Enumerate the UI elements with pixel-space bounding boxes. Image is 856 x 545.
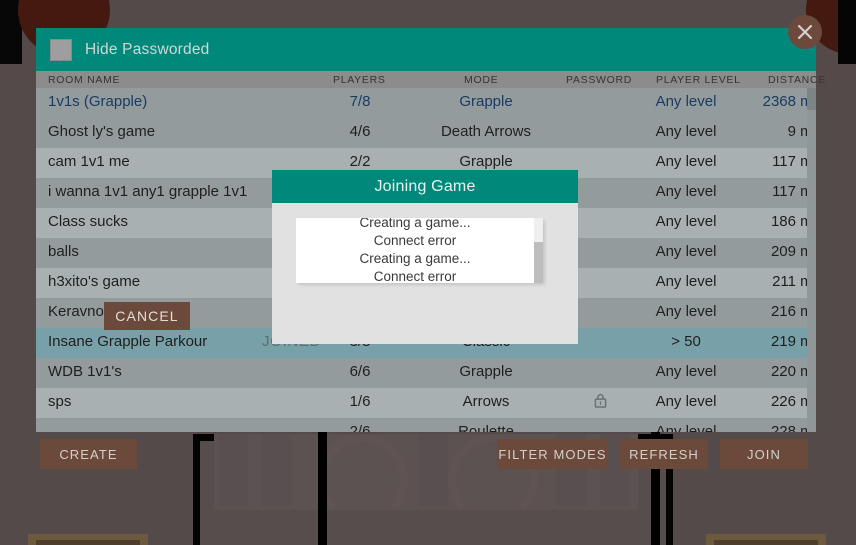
column-header-distance[interactable]: DISTANCE [768, 74, 826, 86]
row-player-level: Any level [655, 93, 717, 110]
row-room-name: WDB 1v1's [48, 363, 122, 380]
row-player-level: Any level [655, 423, 717, 432]
row-mode: Grapple [459, 153, 513, 170]
log-line: Connect error [373, 269, 457, 283]
row-distance: 211 mi [772, 273, 816, 290]
row-player-level: Any level [655, 393, 717, 410]
row-players: 6/6 [349, 363, 371, 380]
row-room-name: Class sucks [48, 213, 129, 230]
log-line: Connect error [373, 233, 457, 248]
row-mode: Arrows [462, 393, 510, 410]
row-room-name: cam 1v1 me [48, 153, 130, 170]
table-scrollbar-track[interactable] [807, 88, 816, 432]
row-mode: Grapple [459, 363, 513, 380]
refresh-button[interactable]: REFRESH [620, 439, 708, 469]
row-player-level: Any level [655, 303, 717, 320]
row-distance: 2368 mi [762, 93, 816, 110]
lock-icon [565, 393, 635, 412]
table-row[interactable]: WDB 1v1's 6/6 Grapple Any level 220 mi [36, 358, 816, 388]
background-column [218, 434, 248, 506]
row-distance: 186 mi [770, 213, 816, 230]
background-column [418, 434, 448, 506]
row-room-name: 1v1s (Grapple) [48, 93, 148, 110]
row-mode: Roulette [458, 423, 514, 432]
row-players: 7/8 [349, 93, 371, 110]
row-distance: 220 mi [770, 363, 816, 380]
row-mode: Grapple [459, 93, 513, 110]
filter-modes-button[interactable]: FILTER MODES [497, 439, 608, 469]
row-distance: 226 mi [770, 393, 816, 410]
row-player-level: Any level [655, 123, 717, 140]
row-room-name: h3xito's game [48, 273, 141, 290]
row-players: 2/2 [349, 153, 371, 170]
background-arc [318, 434, 408, 524]
row-distance: 216 mi [770, 303, 816, 320]
row-player-level: Any level [655, 273, 717, 290]
row-player-level: Any level [655, 243, 717, 260]
row-distance: 228 mi [770, 423, 816, 432]
log-line: Creating a game... [359, 251, 471, 266]
row-distance: 9 mi [787, 123, 816, 140]
column-header-players[interactable]: PLAYERS [333, 74, 386, 86]
row-room-name: sps [48, 393, 72, 410]
create-button[interactable]: CREATE [40, 439, 137, 469]
row-distance: 117 mi [772, 183, 816, 200]
row-player-level: > 50 [671, 333, 701, 350]
dialog-log-scrollbar-track[interactable] [534, 218, 543, 283]
table-scrollbar-thumb[interactable] [807, 88, 816, 110]
row-player-level: Any level [655, 213, 717, 230]
table-row[interactable]: sps 1/6 Arrows Any level 226 mi [36, 388, 816, 418]
background-vertical-line-left [318, 424, 327, 545]
cancel-button[interactable]: CANCEL [104, 302, 190, 330]
row-mode: Death Arrows [440, 123, 532, 140]
table-column-header: ROOM NAME PLAYERS MODE PASSWORD PLAYER L… [36, 71, 825, 88]
column-header-room-name[interactable]: ROOM NAME [48, 74, 120, 86]
row-player-level: Any level [655, 363, 717, 380]
dialog-log-box[interactable]: Creating a game... Connect error Creating … [296, 218, 543, 283]
dialog-title: Joining Game [272, 170, 578, 203]
hide-passworded-label: Hide Passworded [85, 40, 210, 58]
joining-game-dialog: Joining Game Creating a game... Connect e… [272, 170, 578, 344]
row-distance: 219 mi [770, 333, 816, 350]
row-players: 1/6 [349, 393, 371, 410]
column-header-password[interactable]: PASSWORD [566, 74, 632, 86]
log-line: Creating a game... [359, 218, 471, 230]
dialog-log-lines: Creating a game... Connect error Creating … [296, 218, 534, 283]
row-room-name: Insane Grapple Parkour [48, 333, 208, 350]
background-button-right-inner [714, 540, 818, 545]
row-players: 2/6 [349, 423, 371, 432]
row-room-name: i wanna 1v1 any1 grapple 1v1 [48, 183, 248, 200]
background-column [262, 434, 292, 506]
row-distance: 117 mi [772, 153, 816, 170]
row-distance: 209 mi [770, 243, 816, 260]
column-header-mode[interactable]: MODE [464, 74, 498, 86]
row-room-name: Ghost ly's game [48, 123, 156, 140]
background-right-dark-strip [838, 0, 856, 70]
dialog-log-scrollbar-thumb[interactable] [534, 242, 543, 283]
hide-passworded-checkbox[interactable] [50, 38, 72, 61]
table-row[interactable]: 2/6 Roulette Any level 228 mi [36, 418, 816, 432]
row-room-name: balls [48, 243, 79, 260]
column-header-player-level[interactable]: PLAYER LEVEL [656, 74, 741, 86]
row-players: 4/6 [349, 123, 371, 140]
join-button[interactable]: JOIN [720, 439, 808, 469]
row-player-level: Any level [655, 153, 717, 170]
server-browser-header: Hide Passworded [36, 28, 816, 71]
close-button[interactable] [788, 15, 822, 49]
table-row[interactable]: 1v1s (Grapple) 7/8 Grapple Any level 2368 mi [36, 88, 816, 118]
table-row[interactable]: Ghost ly's game 4/6 Death Arrows Any level 9… [36, 118, 816, 148]
close-icon [797, 24, 813, 40]
row-player-level: Any level [655, 183, 717, 200]
background-button-left-inner [36, 540, 140, 545]
